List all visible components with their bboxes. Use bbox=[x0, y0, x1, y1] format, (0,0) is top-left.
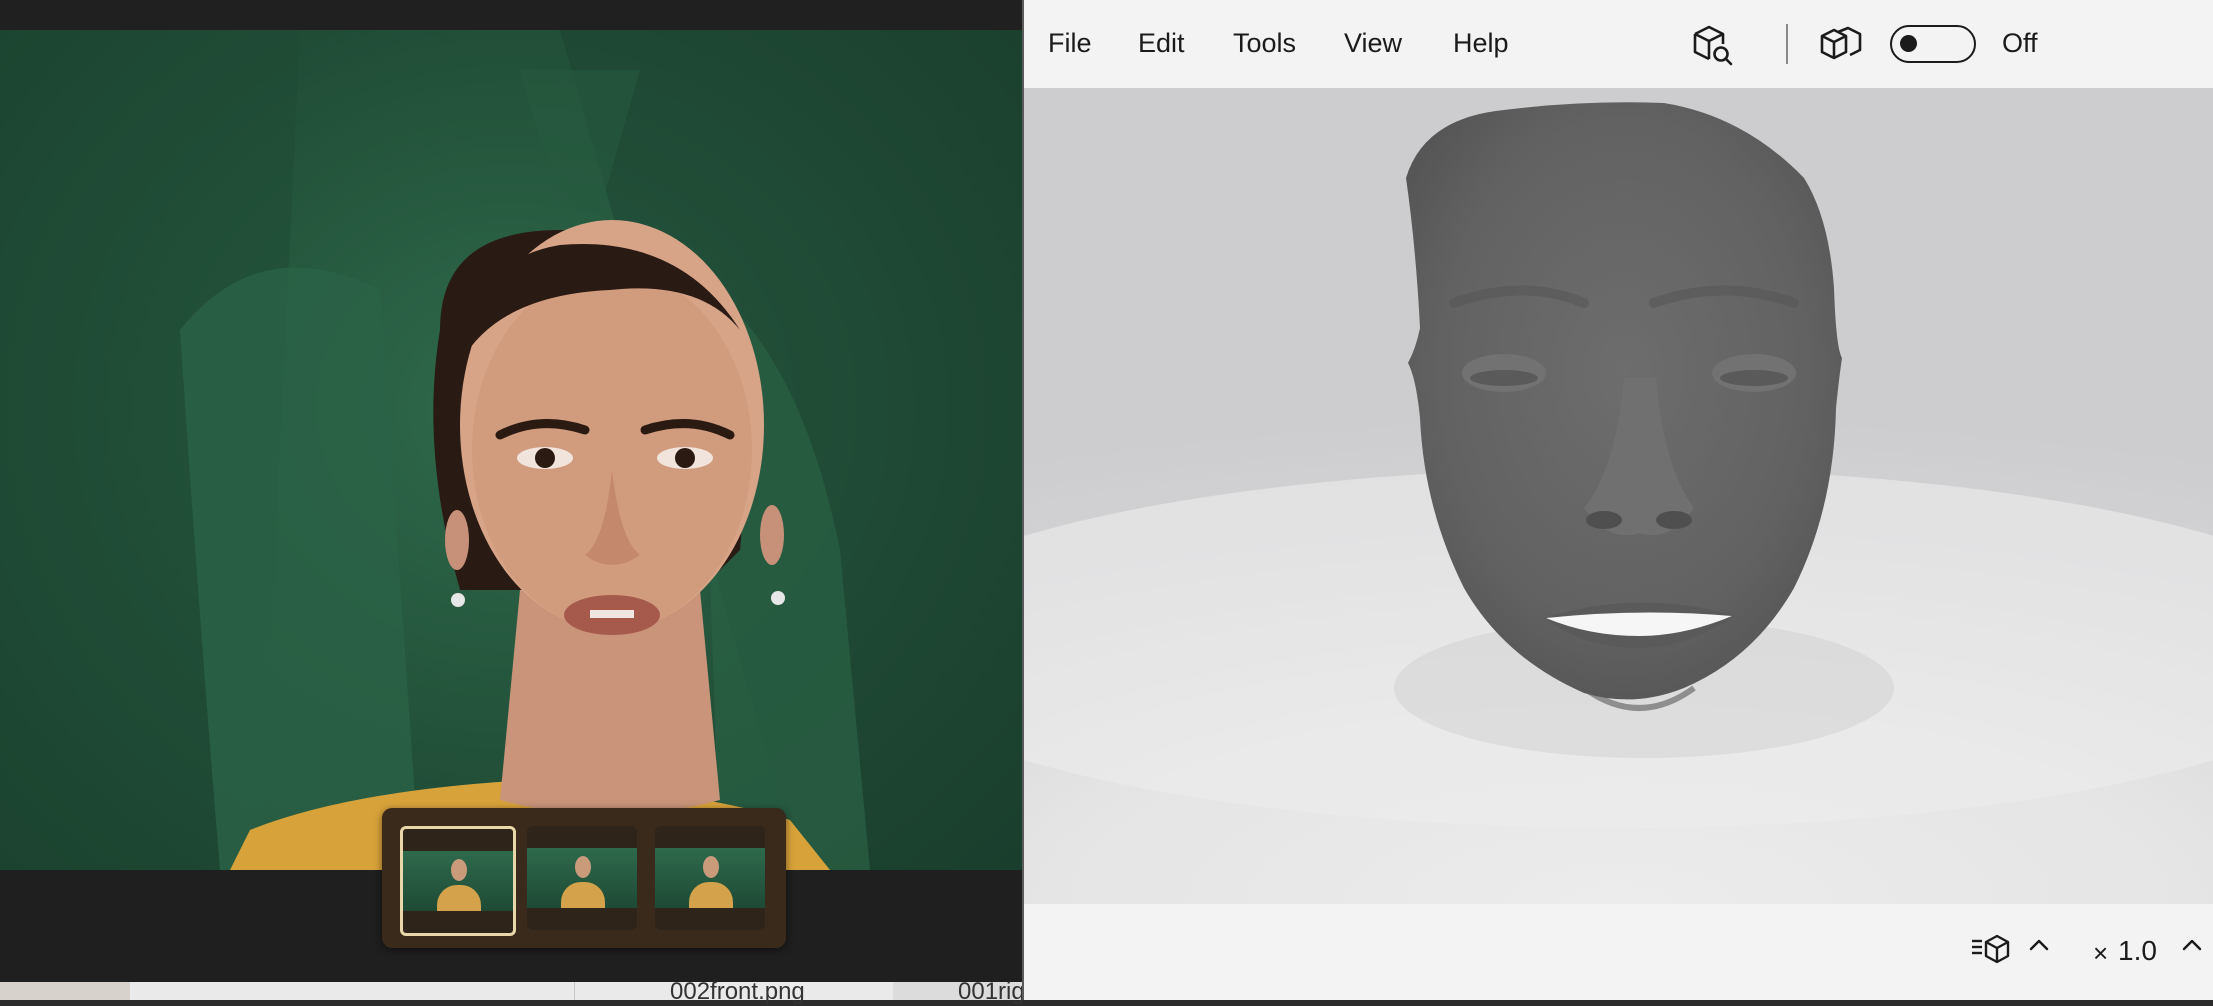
desktop-file-strip: 002front.png 001rig bbox=[0, 978, 1025, 1005]
thumbnail-front[interactable] bbox=[400, 826, 516, 936]
divider bbox=[574, 982, 575, 1000]
desktop-thumbnail bbox=[0, 982, 130, 1000]
photo-viewer-window bbox=[0, 0, 1022, 982]
toggle-state-label: Off bbox=[2002, 28, 2038, 58]
thumbnail-right[interactable] bbox=[655, 826, 765, 930]
photo-image bbox=[0, 30, 1022, 870]
zoom-level: 1.0 bbox=[2118, 935, 2157, 966]
mesh-list-icon[interactable] bbox=[1970, 932, 2012, 968]
toggle-switch[interactable] bbox=[1890, 25, 1976, 63]
toggle-knob bbox=[1900, 35, 1917, 52]
menu-edit[interactable]: Edit bbox=[1138, 28, 1185, 59]
3d-viewport[interactable] bbox=[1024, 88, 2213, 904]
status-bar: × 1.0 bbox=[1024, 904, 2213, 1000]
menu-view[interactable]: View bbox=[1344, 28, 1402, 59]
menu-help[interactable]: Help bbox=[1453, 28, 1509, 59]
viewer-title-bar bbox=[0, 0, 1022, 30]
zoom-chevron-up-icon[interactable] bbox=[2181, 934, 2203, 956]
menu-bar: File Edit Tools View Help Off bbox=[1024, 0, 2213, 88]
menu-tools[interactable]: Tools bbox=[1233, 28, 1296, 59]
file-label-front[interactable]: 002front.png bbox=[670, 978, 805, 1006]
toolbar-divider bbox=[1786, 24, 1788, 64]
zoom-prefix: × bbox=[2093, 938, 2109, 968]
menu-file[interactable]: File bbox=[1048, 28, 1092, 59]
thumbnail-filmstrip bbox=[382, 808, 786, 948]
cube-search-icon[interactable] bbox=[1689, 22, 1735, 68]
cubes-icon[interactable] bbox=[1818, 22, 1864, 68]
file-label-right[interactable]: 001rig bbox=[958, 978, 1025, 1006]
chevron-up-icon[interactable] bbox=[2028, 934, 2050, 956]
thumbnail-left[interactable] bbox=[527, 826, 637, 930]
3d-viewer-window: File Edit Tools View Help Off × 1.0 bbox=[1022, 0, 2213, 1000]
